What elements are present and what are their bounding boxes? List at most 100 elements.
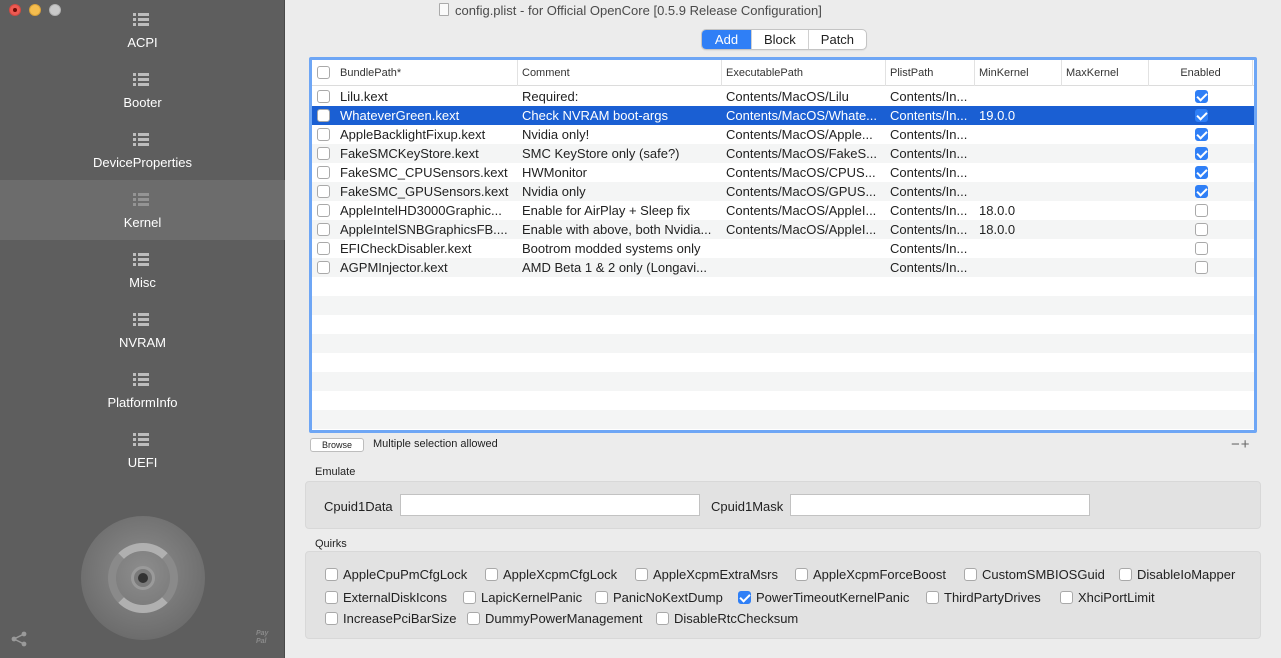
cell-maxkernel[interactable] [1066,125,1147,144]
table-row[interactable]: WhateverGreen.kext Check NVRAM boot-args C… [312,106,1254,125]
row-select-checkbox[interactable] [317,166,330,179]
cell-comment[interactable]: Enable for AirPlay + Sleep fix [522,201,720,220]
table-row[interactable]: Lilu.kext Required: Contents/MacOS/Lilu Con… [312,87,1254,106]
quirk-checkbox[interactable] [795,568,808,581]
row-select-checkbox[interactable] [317,185,330,198]
cell-bundlepath[interactable]: AppleIntelHD3000Graphic... [340,201,516,220]
cell-bundlepath[interactable]: FakeSMC_CPUSensors.kext [340,163,516,182]
cell-maxkernel[interactable] [1066,201,1147,220]
sidebar-item-platforminfo[interactable]: PlatformInfo [0,360,285,420]
row-select-checkbox[interactable] [317,223,330,236]
cell-executablepath[interactable]: Contents/MacOS/CPUS... [726,163,884,182]
cell-comment[interactable]: AMD Beta 1 & 2 only (Longavi... [522,258,720,277]
sidebar-item-misc[interactable]: Misc [0,240,285,300]
sidebar-item-kernel[interactable]: Kernel [0,180,285,240]
quirk-checkbox[interactable] [926,591,939,604]
cell-plistpath[interactable]: Contents/In... [890,239,973,258]
table-row[interactable]: EFICheckDisabler.kext Bootrom modded syst… [312,239,1254,258]
cell-plistpath[interactable]: Contents/In... [890,144,973,163]
quirk-checkbox[interactable] [738,591,751,604]
cell-executablepath[interactable] [726,239,884,258]
cell-comment[interactable]: HWMonitor [522,163,720,182]
cell-minkernel[interactable]: 19.0.0 [979,106,1060,125]
cell-bundlepath[interactable]: EFICheckDisabler.kext [340,239,516,258]
cpuid1mask-field[interactable] [790,494,1090,516]
cell-minkernel[interactable] [979,163,1060,182]
cell-bundlepath[interactable]: AGPMInjector.kext [340,258,516,277]
cell-minkernel[interactable]: 18.0.0 [979,220,1060,239]
cell-plistpath[interactable]: Contents/In... [890,182,973,201]
quirk-checkbox[interactable] [325,591,338,604]
cell-comment[interactable]: SMC KeyStore only (safe?) [522,144,720,163]
table-row[interactable]: AGPMInjector.kext AMD Beta 1 & 2 only (Lo… [312,258,1254,277]
cell-maxkernel[interactable] [1066,220,1147,239]
cell-executablepath[interactable]: Contents/MacOS/Apple... [726,125,884,144]
column-bundlepath[interactable]: BundlePath* [336,60,518,86]
cell-plistpath[interactable]: Contents/In... [890,87,973,106]
column-enabled[interactable]: Enabled [1149,60,1253,86]
sidebar-item-acpi[interactable]: ACPI [0,0,285,60]
enabled-checkbox[interactable] [1195,109,1208,122]
column-maxkernel[interactable]: MaxKernel [1062,60,1149,86]
enabled-checkbox[interactable] [1195,242,1208,255]
tab-patch[interactable]: Patch [807,30,866,49]
sidebar-item-uefi[interactable]: UEFI [0,420,285,480]
quirk-checkbox[interactable] [635,568,648,581]
quirk-checkbox[interactable] [1119,568,1132,581]
cell-minkernel[interactable] [979,182,1060,201]
select-all-checkbox[interactable] [317,66,330,79]
cell-comment[interactable]: Enable with above, both Nvidia... [522,220,720,239]
cell-executablepath[interactable] [726,258,884,277]
row-select-checkbox[interactable] [317,128,330,141]
column-executablepath[interactable]: ExecutablePath [722,60,886,86]
row-select-checkbox[interactable] [317,90,330,103]
cell-plistpath[interactable]: Contents/In... [890,106,973,125]
cell-bundlepath[interactable]: WhateverGreen.kext [340,106,516,125]
cell-plistpath[interactable]: Contents/In... [890,201,973,220]
table-row[interactable]: FakeSMC_GPUSensors.kext Nvidia only Conten… [312,182,1254,201]
paypal-logo[interactable]: Pay Pal [256,630,268,646]
quirk-checkbox[interactable] [964,568,977,581]
cell-plistpath[interactable]: Contents/In... [890,163,973,182]
table-row[interactable]: AppleIntelHD3000Graphic... Enable for Air… [312,201,1254,220]
cell-minkernel[interactable] [979,144,1060,163]
quirk-checkbox[interactable] [467,612,480,625]
share-icon[interactable] [10,631,28,647]
enabled-checkbox[interactable] [1195,261,1208,274]
table-row[interactable]: AppleIntelSNBGraphicsFB.... Enable with a… [312,220,1254,239]
column-comment[interactable]: Comment [518,60,722,86]
cell-executablepath[interactable]: Contents/MacOS/Lilu [726,87,884,106]
cell-bundlepath[interactable]: FakeSMCKeyStore.kext [340,144,516,163]
row-select-checkbox[interactable] [317,242,330,255]
column-plistpath[interactable]: PlistPath [886,60,975,86]
cell-minkernel[interactable]: 18.0.0 [979,201,1060,220]
row-select-checkbox[interactable] [317,204,330,217]
tab-block[interactable]: Block [751,30,808,49]
row-select-checkbox[interactable] [317,109,330,122]
row-select-checkbox[interactable] [317,261,330,274]
cell-bundlepath[interactable]: AppleBacklightFixup.kext [340,125,516,144]
sidebar-item-booter[interactable]: Booter [0,60,285,120]
cell-plistpath[interactable]: Contents/In... [890,258,973,277]
quirk-checkbox[interactable] [656,612,669,625]
cell-minkernel[interactable] [979,125,1060,144]
enabled-checkbox[interactable] [1195,185,1208,198]
cell-comment[interactable]: Bootrom modded systems only [522,239,720,258]
cell-maxkernel[interactable] [1066,182,1147,201]
sidebar-item-nvram[interactable]: NVRAM [0,300,285,360]
cell-comment[interactable]: Required: [522,87,720,106]
quirk-checkbox[interactable] [463,591,476,604]
enabled-checkbox[interactable] [1195,147,1208,160]
cell-plistpath[interactable]: Contents/In... [890,220,973,239]
cell-bundlepath[interactable]: AppleIntelSNBGraphicsFB.... [340,220,516,239]
cell-executablepath[interactable]: Contents/MacOS/AppleI... [726,201,884,220]
quirk-checkbox[interactable] [325,612,338,625]
cell-executablepath[interactable]: Contents/MacOS/AppleI... [726,220,884,239]
table-row[interactable]: FakeSMC_CPUSensors.kext HWMonitor Contents… [312,163,1254,182]
enabled-checkbox[interactable] [1195,90,1208,103]
cell-comment[interactable]: Check NVRAM boot-args [522,106,720,125]
cpuid1data-field[interactable] [400,494,700,516]
cell-comment[interactable]: Nvidia only [522,182,720,201]
cell-maxkernel[interactable] [1066,144,1147,163]
row-select-checkbox[interactable] [317,147,330,160]
